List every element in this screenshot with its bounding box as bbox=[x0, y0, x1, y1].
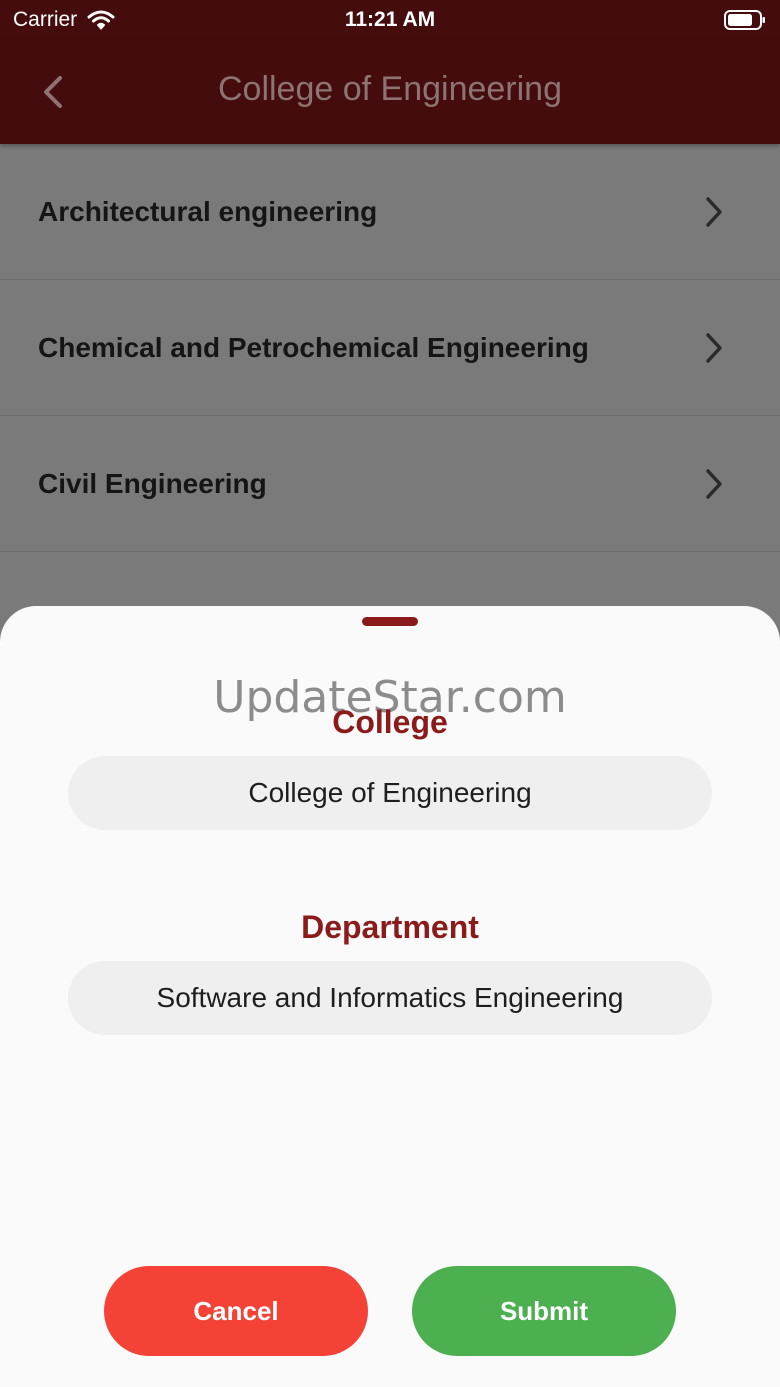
chevron-right-icon bbox=[706, 332, 722, 363]
list-item-label: Chemical and Petrochemical Engineering bbox=[38, 331, 589, 363]
status-time: 11:21 AM bbox=[344, 8, 436, 31]
status-bar: Carrier 11:21 AM bbox=[0, 0, 780, 40]
list-item[interactable]: Civil Engineering bbox=[0, 416, 780, 552]
submit-button[interactable]: Submit bbox=[412, 1266, 676, 1356]
college-field[interactable]: College of Engineering bbox=[68, 756, 712, 830]
battery-icon bbox=[724, 10, 765, 30]
page-title: College of Engineering bbox=[217, 70, 563, 108]
nav-bar: College of Engineering bbox=[0, 40, 780, 144]
chevron-right-icon bbox=[706, 468, 722, 499]
department-field[interactable]: Software and Informatics Engineering bbox=[68, 961, 712, 1035]
sheet-drag-handle[interactable] bbox=[362, 617, 418, 626]
bottom-sheet: UpdateStar.com College College of Engine… bbox=[0, 606, 780, 1387]
college-label: College bbox=[332, 704, 448, 740]
department-label: Department bbox=[301, 909, 479, 945]
list-item-label: Architectural engineering bbox=[38, 195, 378, 227]
cancel-button[interactable]: Cancel bbox=[104, 1266, 368, 1356]
list-item[interactable]: Chemical and Petrochemical Engineering bbox=[0, 280, 780, 416]
list-item-label: Civil Engineering bbox=[38, 467, 267, 499]
department-list: Architectural engineering Chemical and P… bbox=[0, 144, 780, 552]
list-item[interactable]: Architectural engineering bbox=[0, 144, 780, 280]
chevron-right-icon bbox=[706, 196, 722, 227]
